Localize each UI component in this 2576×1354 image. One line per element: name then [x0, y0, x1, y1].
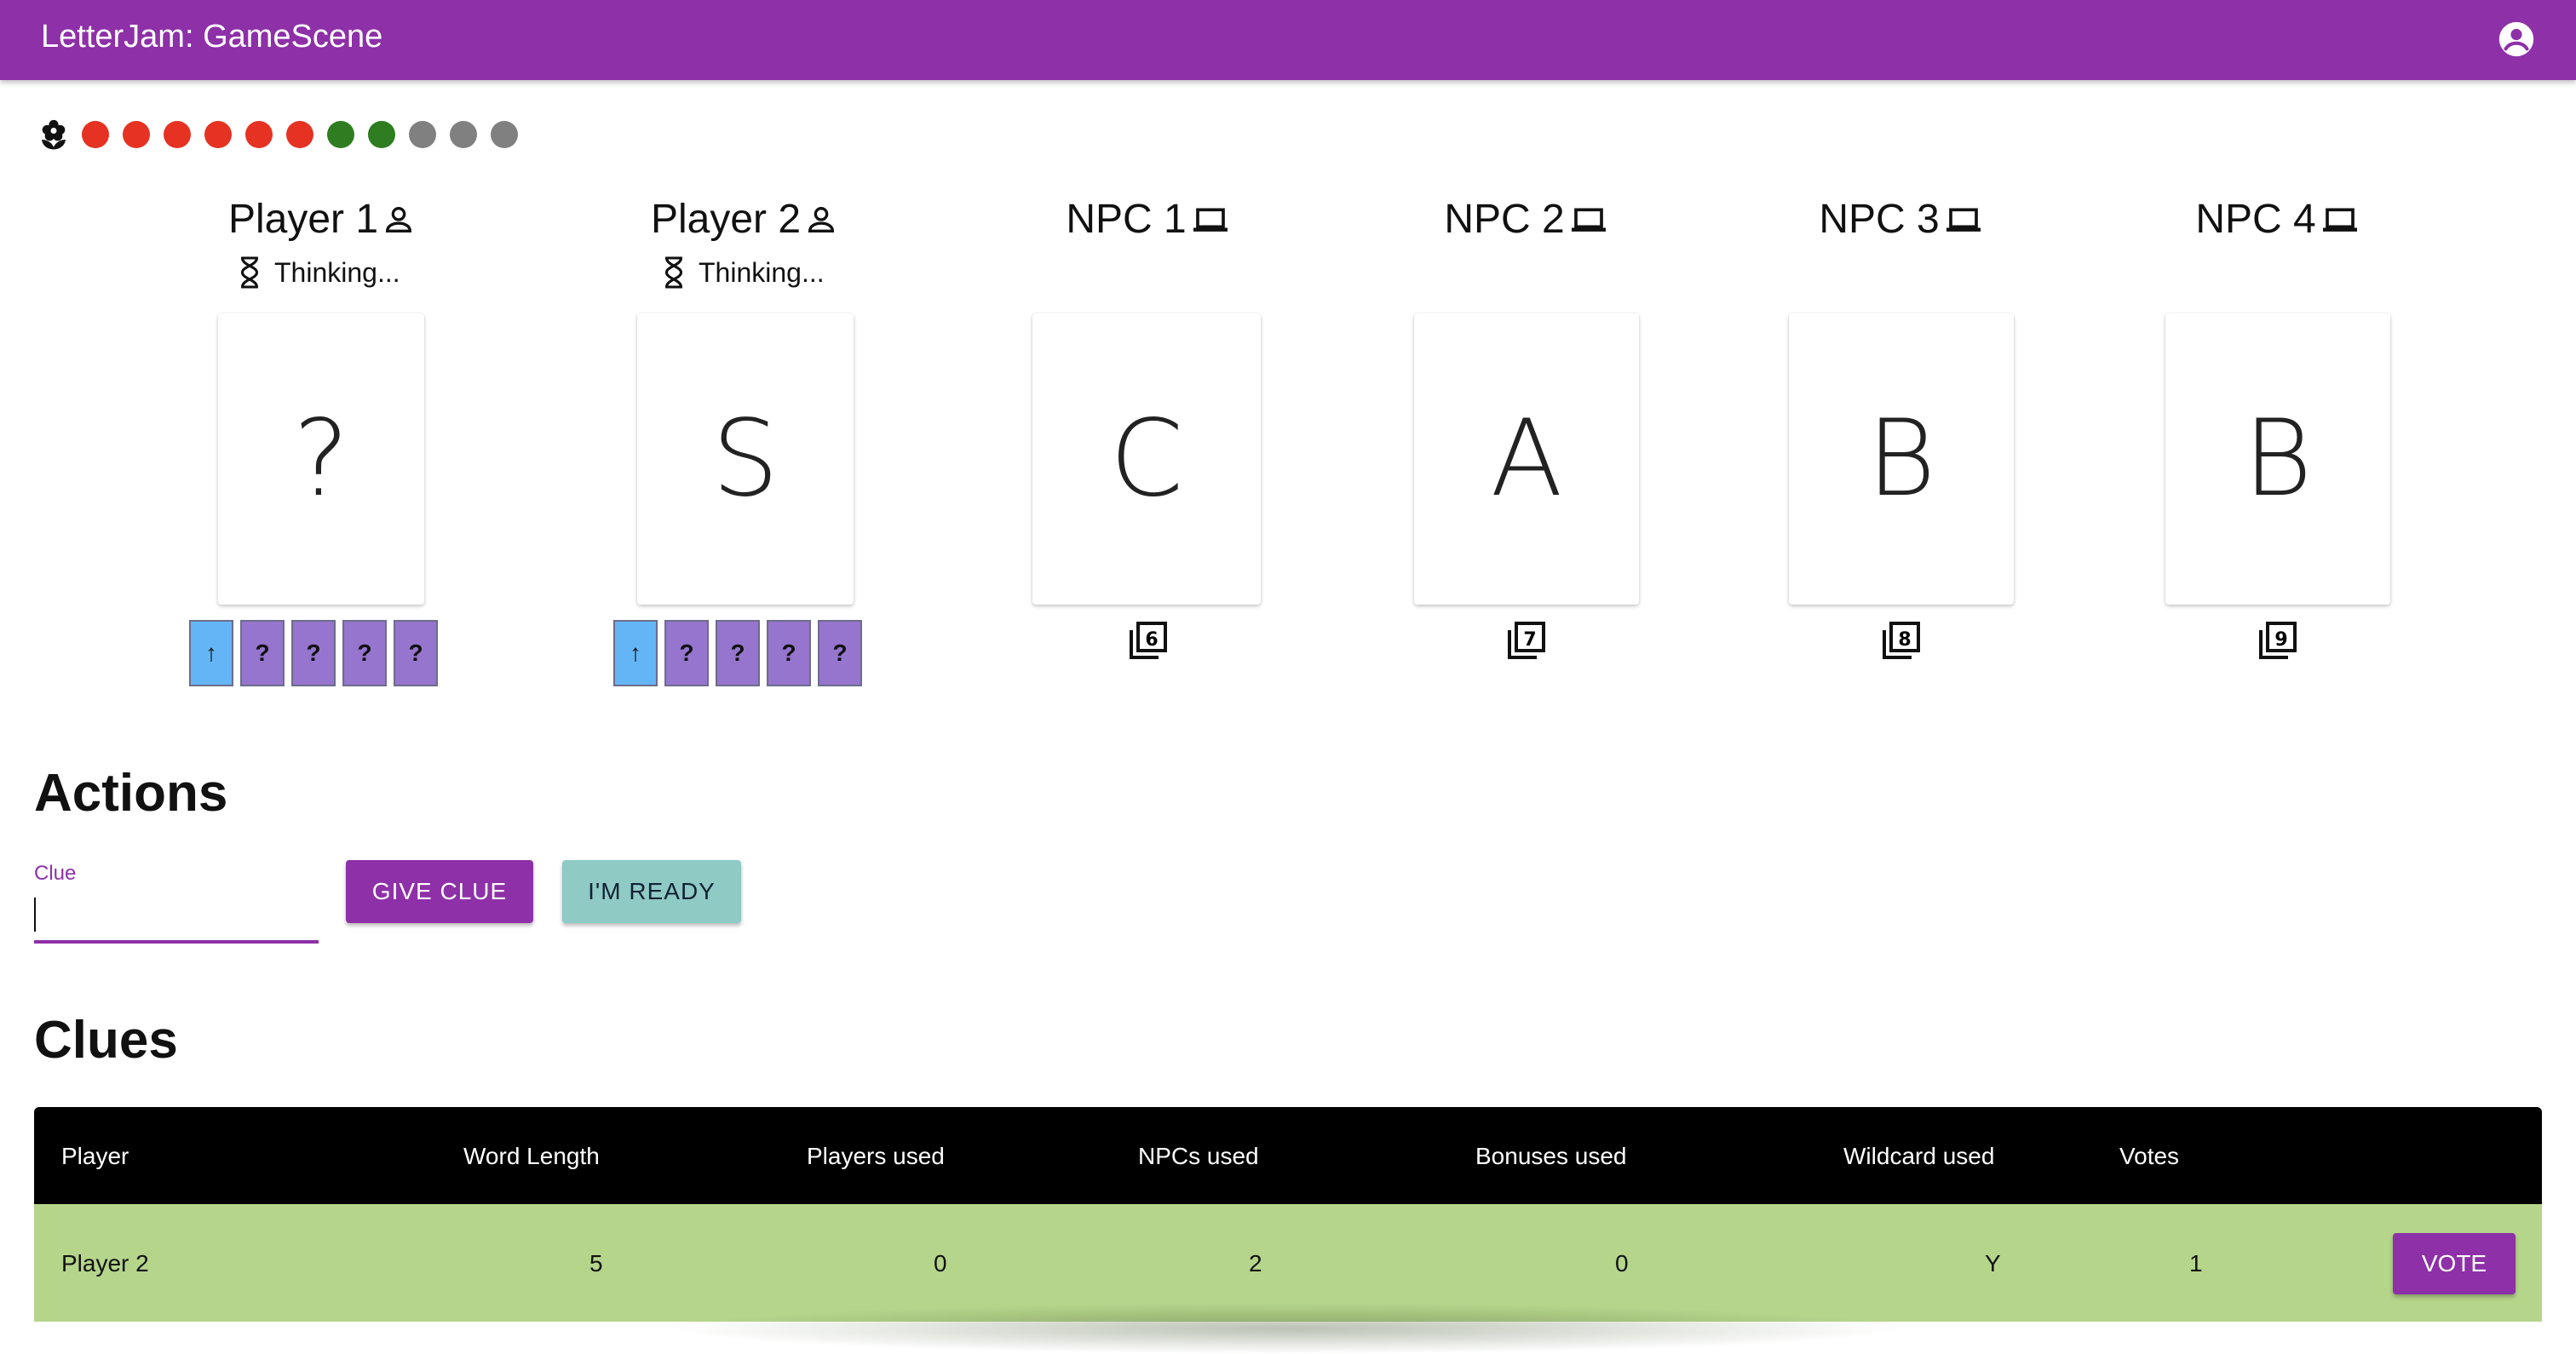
- token-dot: [286, 121, 313, 148]
- letter-chips: ↑ ? ? ? ?: [613, 620, 862, 686]
- clues-table: Player Word Length Players used NPCs use…: [34, 1107, 2542, 1322]
- column-header: Players used: [807, 1143, 945, 1169]
- letter-chip-current[interactable]: ↑: [189, 620, 233, 686]
- player-header: Player 1: [153, 196, 491, 243]
- player-name: Player 2: [650, 197, 802, 242]
- token-dot: [82, 121, 109, 148]
- deck-count: 6: [1145, 629, 1158, 651]
- cell-votes: 1: [2189, 1250, 2203, 1277]
- letter-card: A: [1414, 313, 1639, 605]
- account-circle-icon[interactable]: [2498, 20, 2535, 58]
- column-header: Bonuses used: [1475, 1143, 1627, 1169]
- column-header: Word Length: [463, 1143, 600, 1169]
- token-dot: [491, 121, 518, 148]
- letter-chip[interactable]: ?: [664, 620, 709, 686]
- laptop-icon: [2322, 208, 2357, 232]
- npc-header: NPC 4: [2107, 196, 2448, 243]
- column-header: NPCs used: [1138, 1143, 1259, 1169]
- letter-chip[interactable]: ?: [767, 620, 811, 686]
- npc-name: NPC 4: [2195, 197, 2316, 242]
- letter-card: S: [637, 313, 854, 605]
- deck-count: 7: [1523, 629, 1536, 651]
- npc-name: NPC 3: [1819, 197, 1940, 242]
- npc-header: NPC 1: [978, 196, 1319, 243]
- letter-chips: ↑ ? ? ? ?: [189, 620, 438, 686]
- row-shadow: [664, 1303, 1908, 1354]
- token-dot: [245, 121, 273, 148]
- clues-heading: Clues: [34, 1011, 178, 1070]
- token-dot: [123, 121, 150, 148]
- letter-chip[interactable]: ?: [716, 620, 760, 686]
- letter-card: B: [2165, 313, 2390, 605]
- letter-chip[interactable]: ?: [818, 620, 862, 686]
- cell-wildcard-used: Y: [1985, 1250, 2001, 1277]
- deck-count: 9: [2274, 629, 2287, 651]
- npc-header: NPC 2: [1356, 196, 1697, 243]
- vote-button[interactable]: VOTE: [2393, 1233, 2516, 1294]
- letter-chip[interactable]: ?: [291, 620, 336, 686]
- npc-name: NPC 1: [1066, 197, 1187, 242]
- token-dot: [368, 121, 395, 148]
- letter-chip-current[interactable]: ↑: [613, 620, 658, 686]
- cell-players-used: 0: [934, 1250, 947, 1277]
- column-header: Wildcard used: [1843, 1143, 1995, 1169]
- card-deck-icon: 7: [1508, 622, 1545, 659]
- laptop-icon: [1946, 208, 1981, 232]
- token-dot: [164, 121, 191, 148]
- flower-icon: [42, 119, 66, 150]
- person-icon: [386, 206, 412, 232]
- card-deck-icon: 8: [1883, 622, 1920, 659]
- player-status: Thinking...: [659, 255, 825, 290]
- clue-input[interactable]: [34, 891, 319, 944]
- player-status: Thinking...: [235, 255, 400, 290]
- npc-header: NPC 3: [1731, 196, 2072, 243]
- column-header: Player: [61, 1143, 129, 1169]
- token-dot: [409, 121, 436, 148]
- laptop-icon: [1193, 208, 1228, 232]
- npc-name: NPC 2: [1444, 197, 1565, 242]
- give-clue-button[interactable]: GIVE CLUE: [346, 860, 533, 923]
- letter-chip[interactable]: ?: [240, 620, 285, 686]
- text-caret: [34, 898, 36, 932]
- laptop-icon: [1571, 208, 1606, 232]
- card-deck-icon: 9: [2259, 622, 2297, 659]
- cell-word-length: 5: [589, 1250, 603, 1277]
- ready-button[interactable]: I'M READY: [562, 860, 741, 923]
- table-header: Player Word Length Players used NPCs use…: [34, 1107, 2542, 1204]
- status-text: Thinking...: [274, 256, 400, 288]
- status-text: Thinking...: [699, 256, 825, 288]
- cell-bonuses-used: 0: [1615, 1250, 1629, 1277]
- letter-card: C: [1032, 313, 1261, 605]
- player-header: Player 2: [576, 196, 913, 243]
- clue-label: Clue: [34, 862, 77, 885]
- app-bar: LetterJam: GameScene: [0, 0, 2576, 80]
- player-name: Player 1: [227, 197, 379, 242]
- token-dot: [327, 121, 354, 148]
- letter-chip[interactable]: ?: [342, 620, 387, 686]
- letter-card: B: [1789, 313, 2014, 605]
- card-deck-icon: 6: [1130, 622, 1167, 659]
- column-header: Votes: [2119, 1143, 2180, 1169]
- app-title: LetterJam: GameScene: [41, 19, 383, 55]
- letter-chip[interactable]: ?: [394, 620, 438, 686]
- cell-npcs-used: 2: [1249, 1250, 1262, 1277]
- hourglass-icon: [664, 256, 683, 289]
- hourglass-icon: [240, 256, 259, 289]
- token-dot: [204, 121, 232, 148]
- person-icon: [808, 206, 835, 232]
- deck-count: 8: [1898, 629, 1911, 651]
- cell-player: Player 2: [61, 1250, 149, 1277]
- letter-card: ?: [218, 313, 424, 605]
- actions-heading: Actions: [34, 764, 228, 823]
- token-dot: [450, 121, 477, 148]
